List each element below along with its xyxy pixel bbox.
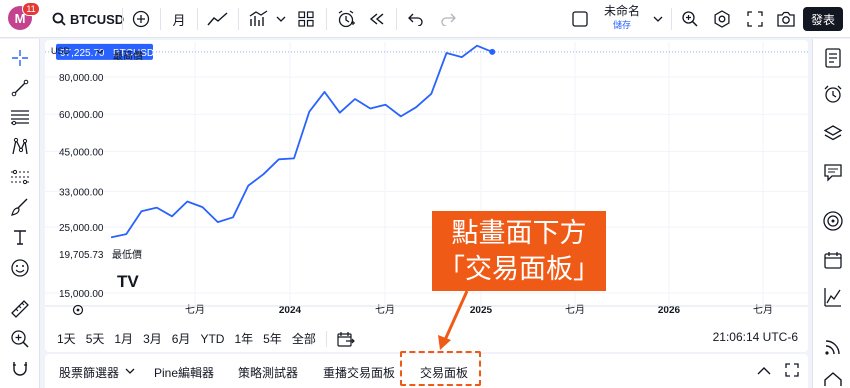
annotation-arrow bbox=[438, 290, 469, 350]
annotation-arrow-line bbox=[443, 290, 469, 341]
annotation-highlight-box bbox=[400, 351, 481, 386]
annotation-arrow-head bbox=[438, 335, 451, 350]
